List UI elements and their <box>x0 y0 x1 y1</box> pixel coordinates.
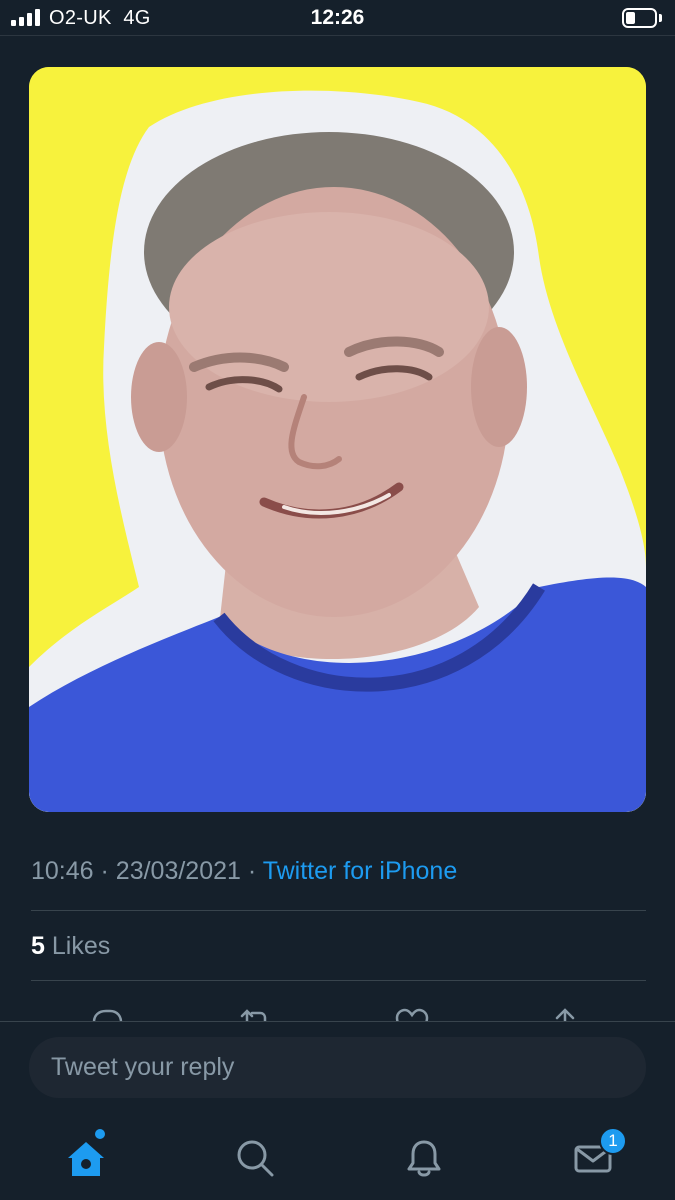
likes-stat[interactable]: 5 Likes <box>31 932 110 961</box>
home-icon <box>68 1142 104 1176</box>
search-icon <box>237 1140 274 1177</box>
tab-notifications[interactable] <box>396 1132 450 1186</box>
tweet-photo-image <box>29 67 646 812</box>
likes-label: Likes <box>51 932 111 960</box>
tweet-timestamp-line: 10:46 · 23/03/2021 · Twitter for iPhone <box>31 857 457 886</box>
like-icon[interactable] <box>392 1004 432 1022</box>
tweet-photo[interactable] <box>29 67 646 812</box>
battery-icon <box>622 8 662 28</box>
share-icon[interactable] <box>545 1004 585 1022</box>
home-new-indicator <box>95 1129 105 1139</box>
meta-separator: · <box>247 857 257 885</box>
tab-search[interactable] <box>227 1132 281 1186</box>
bottom-tab-bar <box>0 1114 675 1200</box>
divider <box>31 980 646 981</box>
retweet-icon[interactable] <box>236 1004 276 1022</box>
reply-icon[interactable] <box>86 1004 126 1022</box>
tab-home[interactable] <box>58 1132 112 1186</box>
tweet-time: 10:46 <box>31 857 94 885</box>
bell-icon <box>407 1140 441 1177</box>
tweet-source-link[interactable]: Twitter for iPhone <box>263 857 458 885</box>
tweet-date: 23/03/2021 <box>115 857 241 885</box>
messages-badge: 1 <box>599 1127 627 1155</box>
reply-composer <box>0 1021 675 1114</box>
status-bar: O2-UK 4G 12:26 <box>0 0 675 36</box>
tweet-detail-screen: O2-UK 4G 12:26 10:46 · 23/03/2021 · Twit… <box>0 0 675 1200</box>
likes-count: 5 <box>31 932 45 960</box>
tweet-action-bar <box>0 1000 675 1022</box>
divider <box>31 910 646 911</box>
reply-input[interactable] <box>29 1037 646 1098</box>
status-time: 12:26 <box>310 6 365 29</box>
meta-separator: · <box>100 857 109 885</box>
